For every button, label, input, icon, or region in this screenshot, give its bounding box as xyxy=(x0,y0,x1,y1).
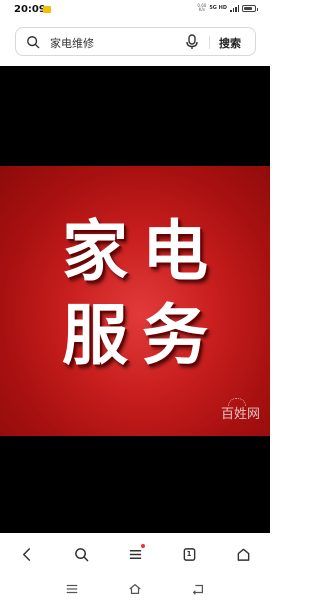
banner-title-line-2: 服务 xyxy=(62,297,222,374)
search-divider xyxy=(209,36,210,49)
system-nav-bar xyxy=(0,574,270,604)
browser-toolbar: 1 xyxy=(0,534,270,574)
notification-icon xyxy=(43,6,51,13)
back-icon xyxy=(193,584,204,595)
notification-dot xyxy=(141,544,145,548)
banner-title-line-1: 家电 xyxy=(62,213,222,290)
search-icon xyxy=(74,547,88,561)
system-back-button[interactable] xyxy=(185,576,211,602)
home-button[interactable] xyxy=(230,541,256,567)
watermark: 百姓网 xyxy=(220,407,260,422)
back-icon xyxy=(22,547,30,561)
recents-icon xyxy=(66,584,77,594)
status-bar: 20:09 0.60 K/s 5G HD xyxy=(0,0,270,20)
search-bar[interactable]: 家电维修 搜索 xyxy=(15,27,256,56)
appliance-service-banner: 家电 服务 百姓网 xyxy=(0,166,270,436)
net-speed-unit: K/s xyxy=(198,7,205,12)
signal-icon xyxy=(230,4,239,12)
search-input[interactable]: 家电维修 xyxy=(50,35,94,51)
back-button[interactable] xyxy=(14,541,40,567)
search-button[interactable]: 搜索 xyxy=(219,35,241,51)
microphone-icon[interactable] xyxy=(185,34,199,50)
menu-icon xyxy=(129,549,141,559)
battery-icon xyxy=(242,4,258,12)
recents-button[interactable] xyxy=(59,576,85,602)
home-icon xyxy=(237,548,249,561)
toolbar-search-button[interactable] xyxy=(68,541,94,567)
home-icon xyxy=(129,584,141,594)
search-icon xyxy=(27,36,40,49)
network-type: 5G HD xyxy=(209,4,227,11)
network-speed: 0.60 K/s xyxy=(197,4,206,12)
system-home-button[interactable] xyxy=(122,576,148,602)
status-time: 20:09 xyxy=(14,4,46,15)
tabs-button[interactable]: 1 xyxy=(176,541,202,567)
menu-button[interactable] xyxy=(122,541,148,567)
tab-count: 1 xyxy=(186,550,192,558)
status-indicators: 0.60 K/s 5G HD xyxy=(197,4,258,12)
content-image[interactable]: 家电 服务 百姓网 xyxy=(0,66,270,533)
